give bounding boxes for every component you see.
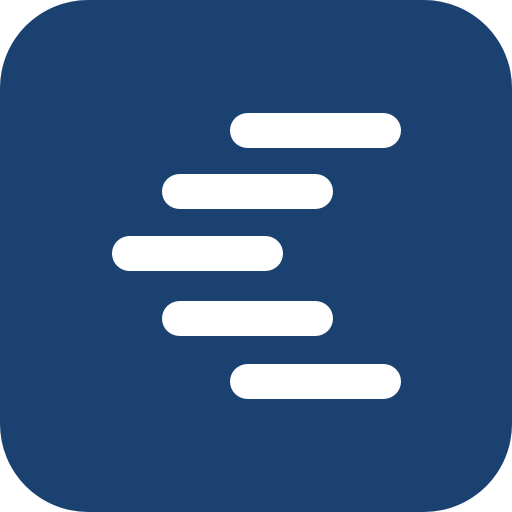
- logo-bar-4: [162, 301, 333, 336]
- logo-bar-1: [230, 113, 401, 148]
- logo-bar-5: [230, 364, 401, 399]
- logo-bar-3: [112, 236, 283, 271]
- logo-bar-2: [162, 174, 333, 209]
- app-logo-icon: [0, 0, 512, 512]
